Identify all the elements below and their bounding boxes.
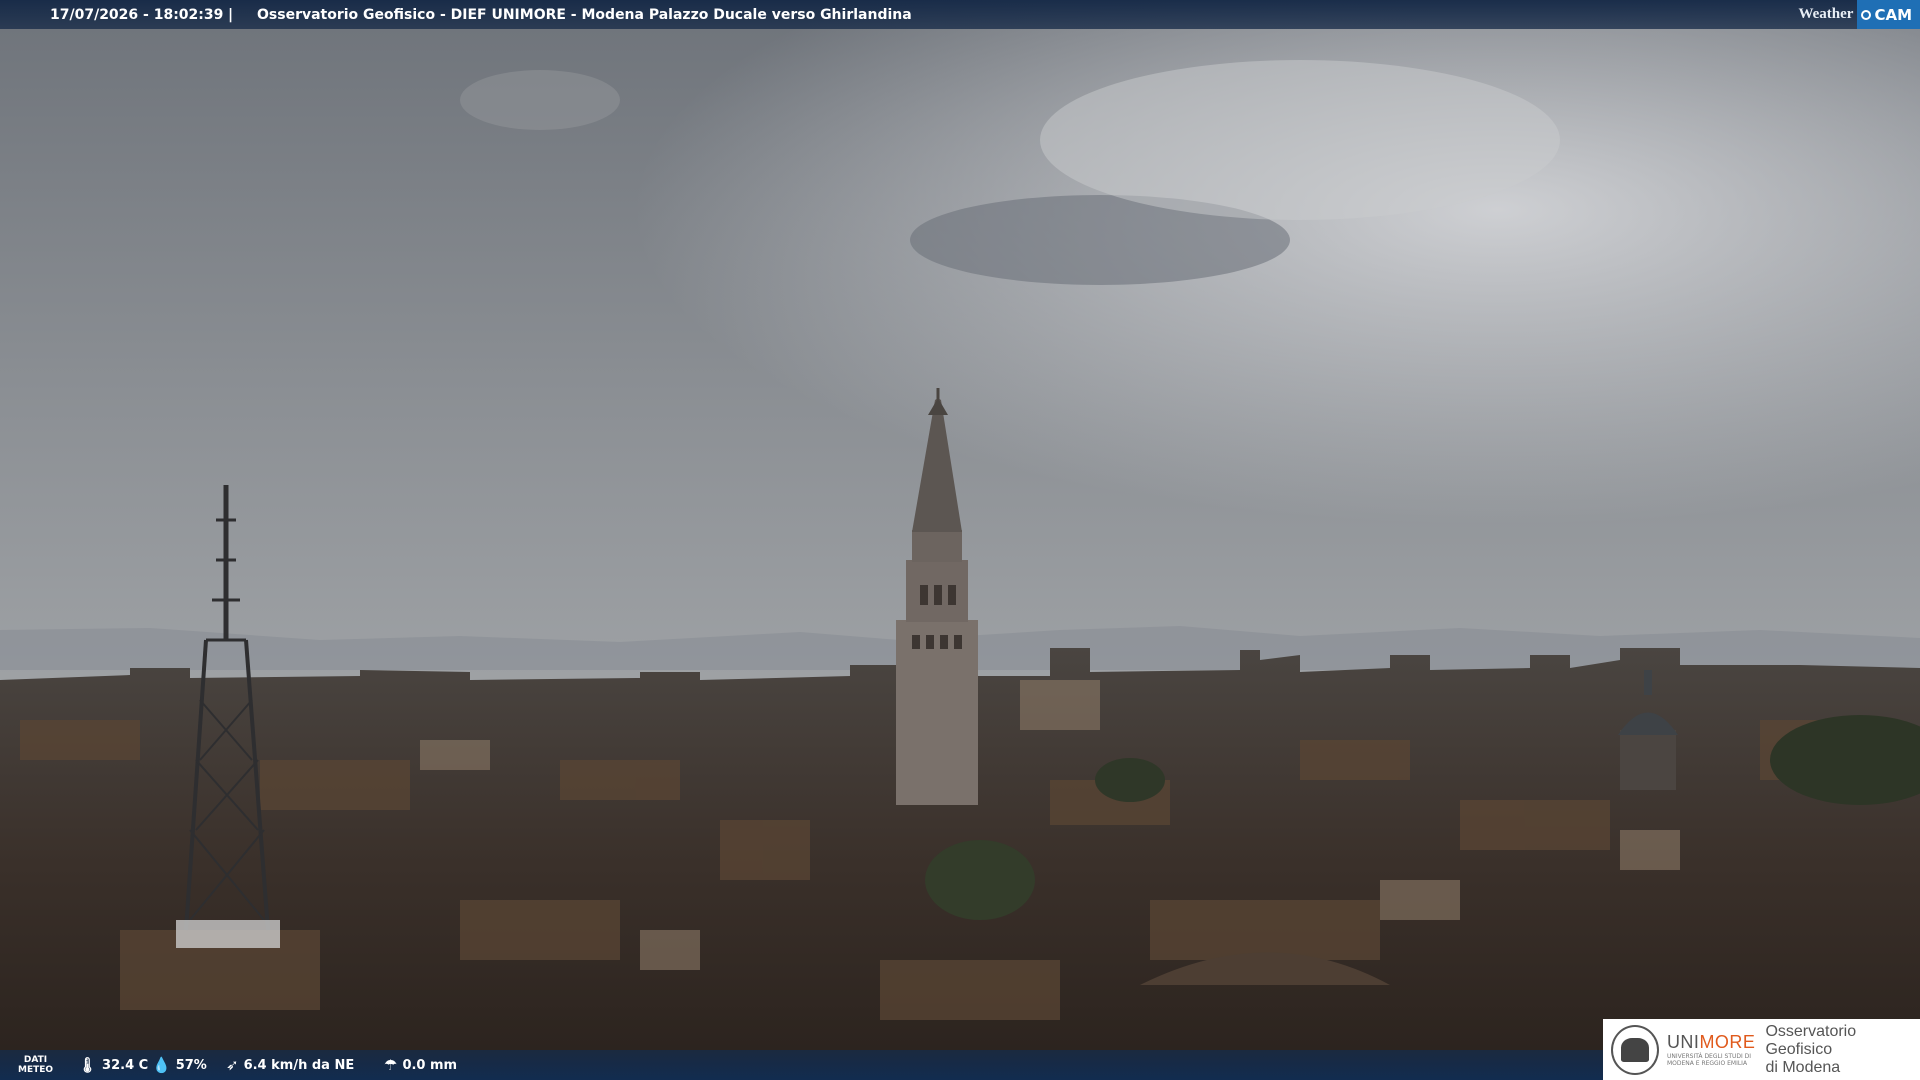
trees-mid — [1095, 758, 1165, 802]
header-bar: 17/07/2026 - 18:02:39 | Osservatorio Geo… — [0, 0, 1920, 29]
weathercam-cam-text: CAM — [1874, 5, 1912, 24]
humidity-drop-icon: 💧 — [152, 1056, 171, 1074]
observatory-line1: Osservatorio Geofisico — [1765, 1022, 1857, 1058]
wind-reading: ➶ 6.4 km/h da NE — [226, 1050, 354, 1080]
temperature-reading: 🌡 32.4 C — [78, 1050, 148, 1080]
wind-value: 6.4 km/h da NE — [243, 1057, 355, 1073]
weathercam-cam-badge: CAM — [1857, 0, 1920, 29]
weather-data-label: DATI METEO — [18, 1050, 53, 1080]
unimore-subtitle-2: MODENA E REGGIO EMILIA — [1666, 1060, 1748, 1067]
temperature-value: 32.4 C — [102, 1057, 149, 1073]
unimore-logo-box: UNIMORE UNIVERSITÀ DEGLI STUDI DI MODENA… — [1603, 1019, 1920, 1080]
unimore-logo: UNIMORE UNIVERSITÀ DEGLI STUDI DI MODENA… — [1667, 1032, 1756, 1067]
humidity-reading: 💧 57% — [152, 1050, 207, 1080]
weathercam-weather-text: Weather — [1798, 6, 1854, 22]
weather-label-line2: METEO — [18, 1065, 54, 1075]
observatory-line2: di Modena — [1765, 1058, 1841, 1076]
weather-label-line1: DATI — [23, 1055, 48, 1065]
camera-lens-icon — [1861, 9, 1872, 20]
rain-reading: ☂ 0.0 mm — [384, 1050, 457, 1080]
thermometer-icon: 🌡 — [78, 1056, 98, 1074]
wind-icon: ➶ — [226, 1056, 239, 1074]
unimore-uni: UNI — [1666, 1032, 1700, 1052]
webcam-scene — [0, 0, 1920, 1080]
observatory-name: Osservatorio Geofisico di Modena — [1765, 1023, 1920, 1077]
rain-value: 0.0 mm — [402, 1057, 458, 1073]
camera-title: Osservatorio Geofisico - DIEF UNIMORE - … — [257, 6, 912, 23]
weathercam-logo: Weather CAM — [1794, 0, 1920, 29]
university-seal-icon — [1611, 1024, 1659, 1075]
humidity-value: 57% — [175, 1057, 207, 1073]
header-separator: | — [228, 6, 234, 23]
unimore-more: MORE — [1699, 1032, 1756, 1052]
trees-center — [925, 840, 1035, 920]
rain-icon: ☂ — [384, 1056, 398, 1074]
cloud-left — [460, 70, 620, 130]
timestamp: 17/07/2026 - 18:02:39 — [50, 6, 224, 23]
unimore-subtitle-1: UNIVERSITÀ DEGLI STUDI DI — [1666, 1053, 1752, 1060]
cloud-light — [1040, 60, 1560, 220]
antenna-base — [176, 920, 280, 948]
